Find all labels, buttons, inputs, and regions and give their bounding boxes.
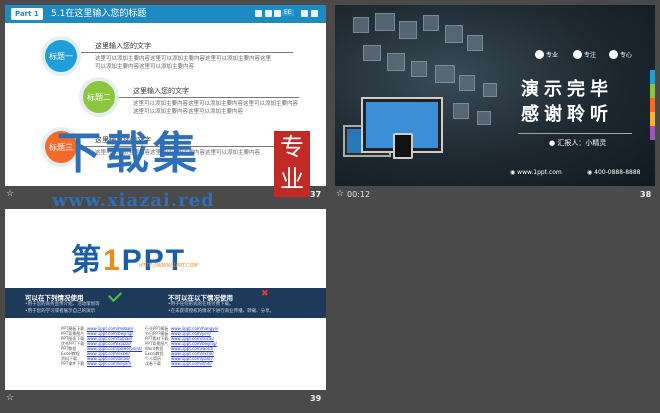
can-use-line: •用于您的商务宣传介绍、活动策划等 [25, 302, 100, 307]
phone-text: ◉ 400-0888-8888 [587, 169, 641, 176]
slide-thumbnail-38[interactable]: 专业 专注 专心 演示完毕 感谢聆听 ● 汇报人：小精灵 ◉ www.1ppt.… [335, 5, 655, 186]
link-urls-col-1[interactable]: www.1ppt.com/moban/www.1ppt.com/beijing/… [87, 326, 142, 366]
globe-icon: ◉ [510, 169, 516, 176]
feature-1: 专业 [535, 50, 558, 59]
resource-link[interactable]: www.1ppt.com/kejian/ [87, 361, 142, 366]
star-icon[interactable]: ☆ [6, 393, 14, 403]
part-badge: Part 1 [11, 8, 43, 20]
icon-tile [477, 111, 491, 125]
watermark-seal: 专业 [274, 131, 310, 197]
slide-number: 39 [310, 394, 322, 403]
closing-line-2: 感谢聆听 [521, 104, 613, 125]
logo-url: HTTP://WWW.1PPT.COM [139, 263, 198, 269]
badge-icon [535, 50, 544, 59]
usage-band: 可以在下列情况使用 •用于您的商务宣传介绍、活动策划等 •用于您的学习或者展示自… [5, 287, 326, 318]
divider [518, 133, 632, 134]
logo-1ppt: 第1PPT [71, 244, 187, 277]
icon-tile [353, 17, 369, 33]
resource-link[interactable]: www.1ppt.com/shiti/ [171, 361, 218, 366]
feature-3: 专心 [609, 50, 632, 59]
icon-tile [363, 45, 381, 61]
icon-tile [483, 83, 497, 97]
icon-tile [467, 35, 483, 51]
divider [81, 52, 293, 53]
link-urls-col-2[interactable]: www.1ppt.com/hangye/www.1ppt.com/jieri/w… [171, 326, 218, 366]
link-labels-col-2: 行业PPT模板 节日PPT模板 PPT素材下载 PPT背景图片 Word教程 Excel教… [145, 326, 168, 366]
icon-tile [445, 25, 463, 43]
topic-circle-2: 标题二 [79, 77, 119, 117]
menu-icon [301, 10, 308, 17]
nav-label: EE [282, 9, 294, 16]
can-use-line: •用于您的学习或者展示自己的演示 [25, 309, 96, 314]
reporter-text: ● 汇报人：小精灵 [549, 139, 607, 147]
prev-icon [265, 10, 272, 17]
cross-icon: ✖ [261, 289, 269, 299]
watermark-url: www.xiazai.red [52, 190, 215, 211]
link-labels-col-1: PPT模板下载 PPT背景图片 PPT图表下载 优秀PPT下载 PPT教程 Excel教程… [61, 326, 84, 366]
badge-icon [609, 50, 618, 59]
topic-heading-1: 这里输入您的文字 [95, 42, 151, 50]
closing-line-1: 演示完毕 [521, 79, 613, 100]
home-icon [255, 10, 262, 17]
cannot-use-line: •在未获得授权的情况下进行商业传播、转载、分享。 [168, 309, 275, 314]
icon-tile [423, 15, 439, 31]
check-icon [107, 287, 123, 303]
icon-tile [435, 65, 455, 83]
icon-tile [399, 21, 417, 39]
slide-title: 5.1在这里输入您的标题 [51, 9, 147, 19]
link-label: 试卷下载 [145, 361, 161, 366]
slide-thumbnail-39[interactable]: 第1PPT HTTP://WWW.1PPT.COM 可以在下列情况使用 •用于您… [5, 209, 326, 390]
topic-body-2: 这里可以添加主要内容这里可以添加主要内容这里可以添加主要内容这里可以添加主要内容… [133, 101, 299, 115]
icon-tile [375, 13, 395, 31]
star-icon[interactable]: ☆ [336, 189, 344, 199]
star-icon[interactable]: ☆ [6, 189, 14, 199]
tablet-image [393, 133, 413, 159]
accent-bars [650, 70, 655, 140]
icon-tile [411, 61, 427, 77]
topic-heading-2: 这里输入您的文字 [133, 87, 189, 95]
mic-icon: ● [549, 139, 556, 147]
next-icon [274, 10, 281, 17]
phone-icon: ◉ [587, 169, 593, 176]
topic-circle-1: 标题一 [41, 36, 81, 76]
divider [119, 97, 299, 98]
slide-timing: 00:12 [347, 190, 371, 199]
watermark-text: 下载集 [57, 128, 201, 179]
icon-tile [453, 103, 469, 119]
icon-tile [459, 75, 475, 91]
website-text: ◉ www.1ppt.com [510, 169, 562, 176]
icon-tile [387, 53, 405, 71]
topic-body-1: 这里可以添加主要内容这里可以添加主要内容这里可以添加主要内容这里可以添加主要内容… [95, 56, 272, 70]
end-icon [311, 10, 318, 17]
slide-number: 37 [310, 190, 322, 199]
slide-number: 38 [640, 190, 652, 199]
feature-2: 专注 [573, 50, 596, 59]
badge-icon [573, 50, 582, 59]
link-label: PPT课件下载 [61, 361, 85, 366]
cannot-use-line: •用于任何形式的在线付费下载。 [168, 302, 234, 307]
